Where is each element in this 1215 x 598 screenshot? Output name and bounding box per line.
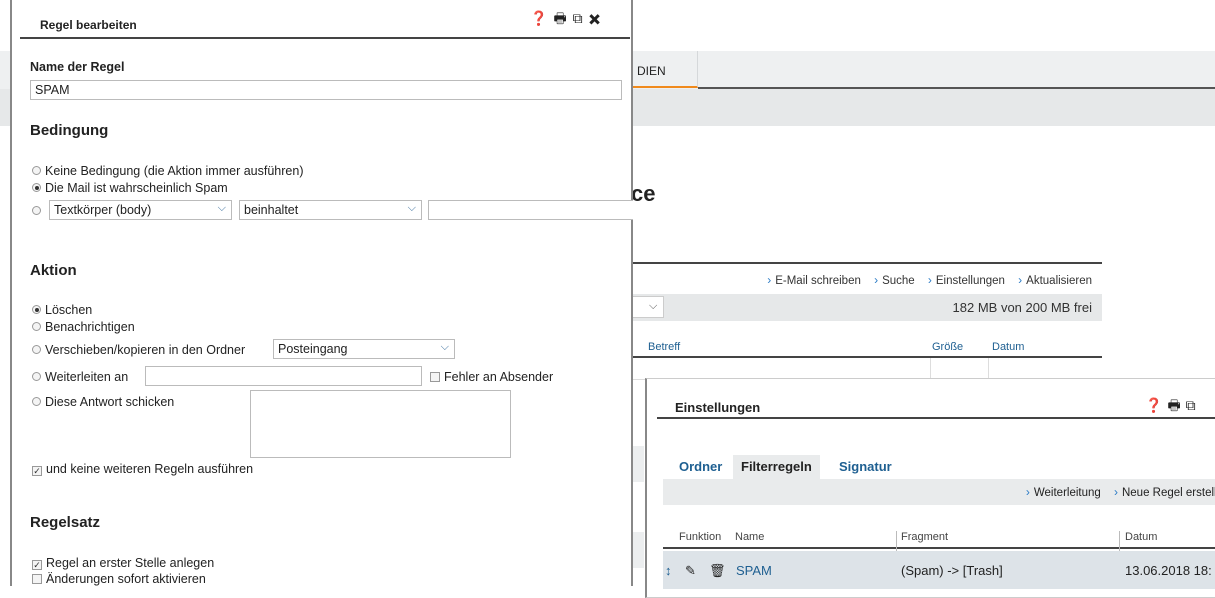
action-folder-select[interactable]: Posteingang ⌵ xyxy=(273,339,455,359)
toolbar-settings[interactable]: › Einstellungen xyxy=(927,273,1005,287)
pencil-icon[interactable]: ✎ xyxy=(685,563,696,579)
chevron-down-icon: ⌵ xyxy=(407,202,416,214)
checkbox-icon[interactable] xyxy=(430,372,440,382)
condition-heading: Bedingung xyxy=(30,122,109,139)
rule-fragment: (Spam) -> [Trash] xyxy=(901,563,1003,578)
rule-name-input[interactable]: SPAM xyxy=(30,80,622,100)
trash-icon[interactable]: 🗑 xyxy=(709,563,726,579)
checkbox-checked-icon[interactable]: ✓ xyxy=(32,560,42,570)
chevron-down-icon: ⌵ xyxy=(649,300,658,312)
tab-folders[interactable]: Ordner xyxy=(671,455,730,479)
toolbar-compose[interactable]: › E-Mail schreiben xyxy=(767,273,861,287)
settings-dialog: Einstellungen ❓🖶⧉ Ordner Filterregeln Si… xyxy=(645,378,1215,598)
toolbar-forwarding[interactable]: › Weiterleitung xyxy=(1025,485,1101,499)
forward-address-input[interactable] xyxy=(145,366,422,386)
mail-column-header: Betreff Größe Datum xyxy=(632,338,1102,358)
settings-dialog-controls: ❓🖶⧉ xyxy=(1145,395,1201,419)
background-toolbar: › E-Mail schreiben › Suche › Einstellungen … xyxy=(632,262,1102,294)
condition-operator-select[interactable]: beinhaltet ⌵ xyxy=(239,200,422,220)
settings-dialog-title: Einstellungen xyxy=(657,391,1215,419)
rule-name-label: Name der Regel xyxy=(30,60,125,74)
mail-row[interactable] xyxy=(632,358,1102,380)
divider xyxy=(896,531,897,551)
divider xyxy=(1119,531,1120,551)
quota-bar: 182 MB von 200 MB frei xyxy=(632,294,1102,321)
chevron-down-icon: ⌵ xyxy=(440,341,449,353)
background-nav-tab[interactable]: DIEN xyxy=(632,51,698,88)
checkbox-checked-icon[interactable]: ✓ xyxy=(32,466,42,476)
toolbar-new-rule[interactable]: › Neue Regel erstelle xyxy=(1113,485,1215,499)
error-to-sender-checkbox[interactable]: Fehler an Absender xyxy=(430,370,553,384)
popout-icon[interactable]: ⧉ xyxy=(1186,397,1201,413)
first-position-checkbox[interactable]: ✓ Regel an erster Stelle anlegen xyxy=(32,556,214,570)
settings-toolbar: › Weiterleitung › Neue Regel erstelle xyxy=(663,479,1215,505)
action-notify-option[interactable]: Benachrichtigen xyxy=(32,320,135,334)
action-reply-option[interactable]: Diese Antwort schicken xyxy=(32,395,174,409)
column-date[interactable]: Datum xyxy=(992,341,1024,353)
chevron-down-icon: ⌵ xyxy=(217,202,226,214)
radio-icon[interactable] xyxy=(32,397,41,406)
divider xyxy=(988,358,989,380)
column-fragment: Fragment xyxy=(901,531,949,543)
background-heading: ce xyxy=(631,181,656,206)
column-date: Datum xyxy=(1125,531,1158,543)
chevron-right-icon: › xyxy=(927,273,932,287)
toolbar-search[interactable]: › Suche xyxy=(874,273,915,287)
reply-textarea[interactable] xyxy=(250,390,511,458)
rule-dialog-controls: ❓🖶⧉✖ xyxy=(530,8,607,32)
rule-date: 13.06.2018 18: xyxy=(1125,563,1212,578)
help-icon[interactable]: ❓ xyxy=(530,10,553,26)
print-icon[interactable]: 🖶 xyxy=(553,10,572,26)
condition-spam-option[interactable]: Die Mail ist wahrscheinlich Spam xyxy=(32,181,228,195)
table-row[interactable]: ↕ ✎ 🗑 SPAM (Spam) -> [Trash] 13.06.2018 … xyxy=(663,551,1215,589)
rule-edit-dialog: Regel bearbeiten ❓🖶⧉✖ Name der Regel SPA… xyxy=(10,0,633,586)
radio-icon[interactable] xyxy=(32,206,41,215)
rules-column-header: Funktion Name Fragment Datum xyxy=(663,529,1215,549)
rule-name-link[interactable]: SPAM xyxy=(736,563,772,578)
help-icon[interactable]: ❓ xyxy=(1145,397,1167,413)
activate-now-checkbox[interactable]: Änderungen sofort aktivieren xyxy=(32,572,206,586)
radio-icon[interactable] xyxy=(32,166,41,175)
condition-field-select[interactable]: Textkörper (body) ⌵ xyxy=(49,200,232,220)
chevron-right-icon: › xyxy=(874,273,879,287)
chevron-right-icon: › xyxy=(767,273,772,287)
column-subject[interactable]: Betreff xyxy=(648,341,680,353)
toolbar-refresh[interactable]: › Aktualisieren xyxy=(1018,273,1092,287)
background-row xyxy=(632,446,644,482)
column-size[interactable]: Größe xyxy=(932,341,963,353)
radio-icon[interactable] xyxy=(32,322,41,331)
tab-filter-rules[interactable]: Filterregeln xyxy=(733,455,820,479)
folder-select[interactable]: ⌵ xyxy=(632,296,664,318)
close-icon[interactable]: ✖ xyxy=(589,10,607,26)
tab-signature[interactable]: Signatur xyxy=(831,455,900,479)
sort-icon[interactable]: ↕ xyxy=(665,563,672,578)
checkbox-icon[interactable] xyxy=(32,574,42,584)
radio-selected-icon[interactable] xyxy=(32,305,41,314)
radio-icon[interactable] xyxy=(32,372,41,381)
quota-text: 182 MB von 200 MB frei xyxy=(952,300,1092,315)
condition-custom-option[interactable] xyxy=(32,204,45,218)
ruleset-heading: Regelsatz xyxy=(30,514,101,531)
divider xyxy=(930,358,931,380)
column-function: Funktion xyxy=(679,531,722,543)
condition-none-option[interactable]: Keine Bedingung (die Aktion immer ausfüh… xyxy=(32,164,303,178)
column-name: Name xyxy=(735,531,765,543)
print-icon[interactable]: 🖶 xyxy=(1167,397,1185,413)
chevron-right-icon: › xyxy=(1025,485,1030,499)
popout-icon[interactable]: ⧉ xyxy=(573,10,589,26)
chevron-right-icon: › xyxy=(1113,485,1118,499)
radio-selected-icon[interactable] xyxy=(32,183,41,192)
action-delete-option[interactable]: Löschen xyxy=(32,303,92,317)
background-row xyxy=(632,532,644,568)
radio-icon[interactable] xyxy=(32,345,41,354)
action-forward-option[interactable]: Weiterleiten an xyxy=(32,370,128,384)
action-heading: Aktion xyxy=(30,262,77,279)
chevron-right-icon: › xyxy=(1018,273,1023,287)
condition-value-input[interactable] xyxy=(428,200,633,220)
stop-rules-checkbox[interactable]: ✓ und keine weiteren Regeln ausführen xyxy=(32,462,253,476)
action-move-option[interactable]: Verschieben/kopieren in den Ordner xyxy=(32,343,245,357)
